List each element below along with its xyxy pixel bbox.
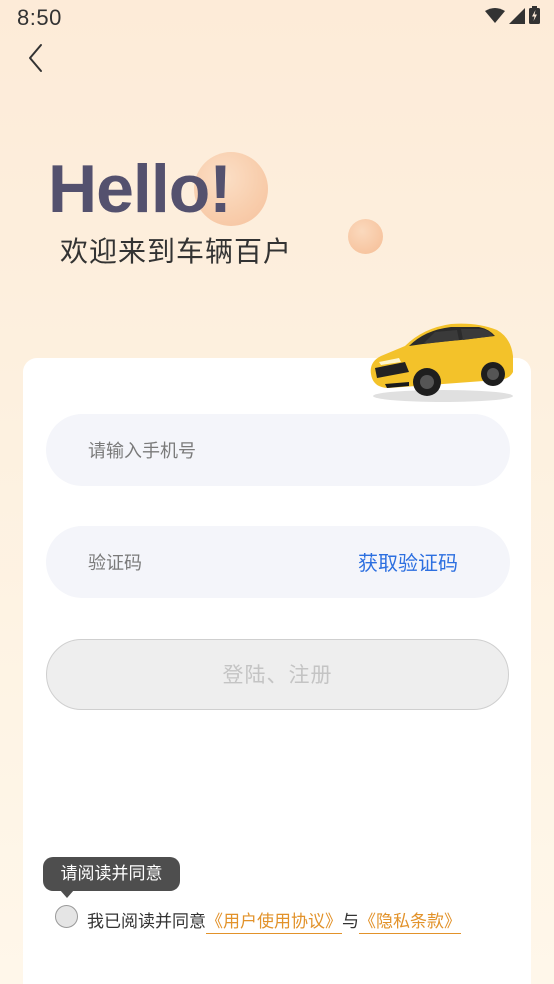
phone-input-placeholder: 请输入手机号	[88, 441, 196, 462]
chevron-left-icon	[29, 44, 42, 72]
status-time: 8:50	[17, 5, 62, 30]
status-bar: 8:50	[0, 0, 554, 34]
status-icons	[485, 6, 540, 24]
agreement-checkbox[interactable]	[55, 905, 78, 928]
tooltip-arrow	[60, 890, 74, 898]
battery-icon	[529, 6, 540, 24]
phone-input[interactable]: 请输入手机号	[46, 414, 510, 486]
agreement-conjunction: 与	[342, 912, 359, 932]
verification-code-input[interactable]: 验证码 获取验证码	[46, 526, 510, 598]
decorative-bubble-small	[348, 219, 383, 254]
privacy-policy-link[interactable]: 《隐私条款》	[359, 912, 461, 934]
verification-code-placeholder: 验证码	[88, 553, 142, 574]
signal-icon	[509, 8, 525, 24]
get-code-button[interactable]: 获取验证码	[358, 547, 458, 576]
user-agreement-link[interactable]: 《用户使用协议》	[206, 912, 342, 934]
welcome-subtitle: 欢迎来到车辆百户	[60, 235, 293, 268]
hello-title: Hello!	[48, 151, 232, 227]
agreement-tooltip: 请阅读并同意	[43, 857, 180, 891]
agreement-text: 我已阅读并同意《用户使用协议》与《隐私条款》	[87, 907, 461, 934]
back-button[interactable]	[22, 40, 52, 76]
car-illustration	[370, 323, 513, 402]
agreement-prefix: 我已阅读并同意	[87, 912, 206, 932]
wifi-icon	[485, 8, 505, 23]
login-register-button[interactable]: 登陆、注册	[46, 639, 509, 710]
